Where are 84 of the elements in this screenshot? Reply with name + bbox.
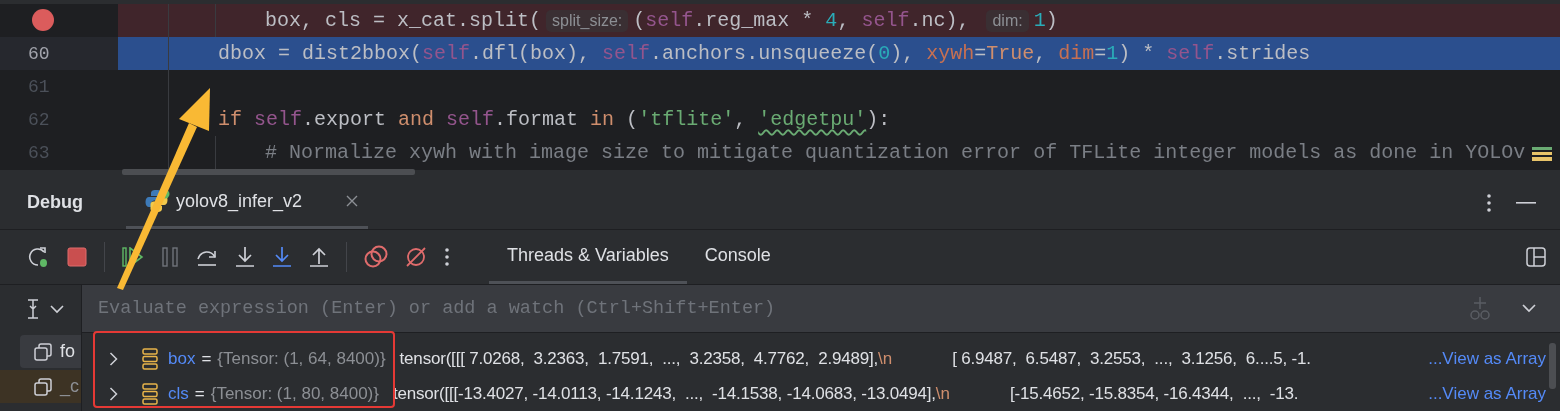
breakpoint-icon[interactable] (32, 9, 54, 31)
variable-type: {Tensor: (1, 64, 8400)} (217, 348, 386, 369)
mute-breakpoints-icon[interactable] (405, 246, 427, 268)
code-text: .reg_max * (693, 9, 815, 32)
breakpoints-icon[interactable] (364, 245, 388, 269)
code-text: .export (302, 108, 388, 131)
variable-type: {Tensor: (1, 80, 8400)} (210, 383, 379, 404)
self-keyword: self (446, 108, 495, 131)
view-as-array-link[interactable]: ...View as Array (1428, 348, 1560, 369)
variable-value: tensor([[[ 7.0268, 3.2363, 1.7591, ..., 3.2358, 4.7762, 2.9489], (399, 348, 878, 369)
step-into-my-code-icon[interactable] (272, 246, 292, 268)
code-text: , (1034, 42, 1048, 65)
code-keyword: in (590, 108, 616, 131)
self-keyword: self (254, 108, 303, 131)
code-text: ) * (1118, 42, 1156, 65)
self-keyword: self (645, 9, 694, 32)
code-text: .dfl(box), (470, 42, 592, 65)
variable-name: box (168, 348, 196, 369)
line-number: 60 (28, 43, 50, 64)
array-icon (142, 382, 158, 405)
code-text: .anchors.unsqueeze( (650, 42, 879, 65)
stack-frame[interactable]: fo (20, 335, 81, 368)
view-as-array-link[interactable]: ...View as Array (1428, 383, 1560, 404)
step-into-icon[interactable] (235, 246, 255, 268)
parameter-name: dim (1058, 42, 1095, 65)
code-text: = (974, 42, 987, 65)
code-text: ): (866, 108, 891, 131)
more-icon[interactable] (1486, 192, 1492, 213)
parameter-name: xywh (926, 42, 975, 65)
escape-sequence: \n (935, 383, 950, 404)
inspection-marker-icon[interactable] (1532, 145, 1552, 163)
close-icon[interactable] (346, 195, 359, 207)
filter-icon[interactable] (26, 298, 40, 320)
panel-title: Debug (27, 192, 83, 213)
escape-sequence: \n (878, 348, 893, 369)
variable-value: [-15.4652, -15.8354, -16.4344, ..., -13. (1009, 383, 1299, 404)
code-text: box, cls = x_cat.split( (265, 9, 542, 32)
more-icon[interactable] (444, 247, 450, 267)
variable-value: [ 6.9487, 6.5487, 3.2553, ..., 3.1256, 6....5, -1. (952, 348, 1311, 369)
number-literal: 4 (825, 9, 838, 32)
number-literal: 1 (1033, 9, 1046, 32)
code-keyword: and (398, 108, 436, 131)
frame-icon (34, 377, 52, 396)
code-text: .strides (1214, 42, 1311, 65)
chevron-down-icon[interactable] (50, 304, 64, 314)
stop-icon[interactable] (67, 247, 87, 267)
view-tab[interactable]: Console (686, 230, 789, 284)
code-text: ( (626, 108, 639, 131)
parameter-hint: dim: (986, 9, 1029, 32)
equals-sign: = (194, 383, 205, 404)
code-text: , (734, 108, 748, 131)
self-keyword: self (602, 42, 651, 65)
code-text: = (1094, 42, 1107, 65)
code-keyword: if (218, 108, 243, 131)
number-literal: 1 (1106, 42, 1119, 65)
variable-name: cls (168, 383, 189, 404)
scrollbar[interactable] (1549, 343, 1556, 389)
code-text: , (837, 9, 851, 32)
number-literal: 0 (878, 42, 891, 65)
parameter-hint: split_size: (546, 9, 629, 32)
self-keyword: self (1166, 42, 1215, 65)
variable-value: tensor([[[-13.4027, -14.0113, -14.1243, ..., -14.1538, -14.0683, -13.0494], (392, 383, 936, 404)
equals-sign: = (201, 348, 212, 369)
code-text: ), (890, 42, 916, 65)
rerun-icon[interactable] (26, 245, 50, 269)
array-icon (142, 347, 158, 370)
code-text: dbox = dist2bbox( (218, 42, 423, 65)
string-literal: 'edgetpu' (758, 108, 867, 131)
code-comment: # Normalize xywh with image size to mitigate quantization error of TFLite integer models as done in YOLOv (265, 141, 1526, 164)
code-keyword: True (986, 42, 1035, 65)
string-literal: 'tflite' (638, 108, 735, 131)
stack-frame[interactable]: _c (0, 370, 81, 403)
frame-icon (34, 342, 52, 361)
code-text: ( (633, 9, 646, 32)
code-text: .nc), (909, 9, 971, 32)
code-text: .format (494, 108, 580, 131)
code-text: ) (1045, 9, 1058, 32)
chevron-down-icon[interactable] (1522, 304, 1536, 313)
self-keyword: self (422, 42, 471, 65)
resume-icon[interactable] (122, 247, 144, 267)
self-keyword: self (861, 9, 910, 32)
layout-icon[interactable] (1526, 247, 1546, 267)
step-out-icon[interactable] (309, 246, 329, 268)
scrollbar[interactable] (122, 169, 415, 175)
